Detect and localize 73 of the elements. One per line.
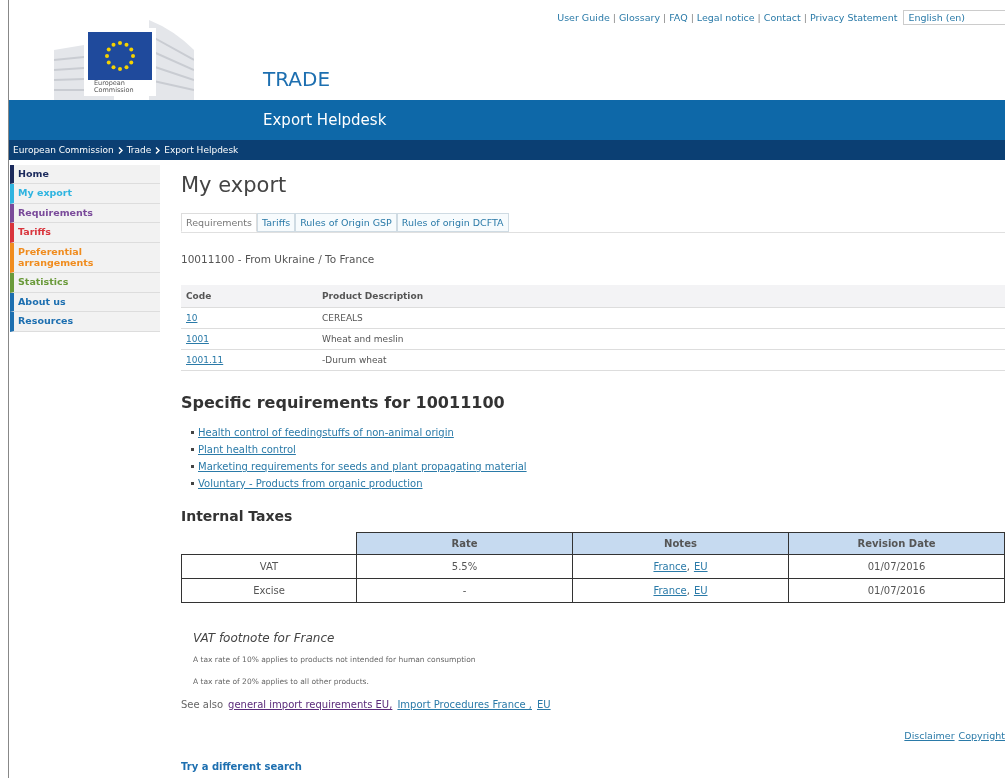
column-header: Rate xyxy=(356,532,573,555)
note-link[interactable]: EU xyxy=(693,585,708,596)
try-search-link[interactable]: Try a different search xyxy=(181,761,1005,772)
sidebar-item[interactable]: Tariffs xyxy=(10,223,160,243)
see-also-link[interactable]: general import requirements EU, xyxy=(228,699,393,710)
top-link[interactable]: FAQ xyxy=(669,12,688,23)
see-also-link[interactable]: EU xyxy=(537,699,551,710)
bullet-icon xyxy=(191,431,194,434)
bullet-icon xyxy=(191,448,194,451)
tab[interactable]: Requirements xyxy=(181,213,258,232)
top-link[interactable]: Contact xyxy=(763,12,801,23)
chevron-icon xyxy=(155,146,161,154)
top-link[interactable]: Glossary xyxy=(618,12,661,23)
table-cell: Wheat and meslin xyxy=(317,328,1005,350)
top-link[interactable]: Legal notice xyxy=(696,12,755,23)
bullet-icon xyxy=(191,482,194,485)
code-link[interactable]: 1001 xyxy=(186,334,209,344)
tab[interactable]: Rules of origin DCFTA xyxy=(396,213,509,232)
code-link[interactable]: 10 xyxy=(186,313,198,323)
separator: | xyxy=(803,12,807,23)
sidebar-item[interactable]: Home xyxy=(10,165,160,185)
breadcrumb-link[interactable]: European Commission xyxy=(13,145,114,155)
chevron-icon xyxy=(117,146,123,154)
table-cell: - xyxy=(356,578,573,603)
breadcrumb-link[interactable]: Export Helpdesk xyxy=(164,145,239,155)
see-also-link[interactable]: Import Procedures France , xyxy=(397,699,532,710)
footnote-title: VAT footnote for France xyxy=(193,631,336,645)
site-title: TRADE xyxy=(263,67,331,91)
bullet-icon xyxy=(191,465,194,468)
tab[interactable]: Rules of Origin GSP xyxy=(295,213,397,232)
requirement-link[interactable]: Marketing requirements for seeds and plant propagating material xyxy=(198,458,527,475)
separator: | xyxy=(757,12,761,23)
note-link[interactable]: France xyxy=(653,585,687,596)
requirement-link[interactable]: Plant health control xyxy=(198,441,296,458)
column-header: Product Description xyxy=(317,285,1005,308)
separator: | xyxy=(690,12,694,23)
sidebar-item[interactable]: About us xyxy=(10,292,160,313)
eu-flag-icon xyxy=(88,32,152,80)
column-header: Revision Date xyxy=(788,532,1005,555)
see-also-label: See also xyxy=(181,699,224,710)
requirement-link[interactable]: Health control of feedingstuffs of non-animal origin xyxy=(198,424,454,441)
footer-link[interactable]: Disclaimer xyxy=(904,730,955,741)
sidebar-item[interactable]: Statistics xyxy=(10,273,160,293)
note-link[interactable]: EU xyxy=(693,561,708,572)
breadcrumb-link[interactable]: Trade xyxy=(126,145,152,155)
top-link[interactable]: User Guide xyxy=(557,12,610,23)
section-heading: Specific requirements for 10011100 xyxy=(181,393,506,412)
top-link[interactable]: Privacy Statement xyxy=(809,12,898,23)
site-subtitle: Export Helpdesk xyxy=(263,111,387,129)
column-header: Code xyxy=(181,285,317,308)
table-cell: 01/07/2016 xyxy=(788,578,1005,603)
page-title: My export xyxy=(181,173,288,197)
column-header: Notes xyxy=(572,532,789,555)
route-text: 10011100 - From Ukraine / To France xyxy=(181,253,376,265)
table-cell: 5.5% xyxy=(356,554,573,579)
comma: , xyxy=(686,585,690,596)
code-link[interactable]: 1001.11 xyxy=(186,355,224,365)
tab[interactable]: Tariffs xyxy=(257,213,296,232)
comma: , xyxy=(686,561,690,572)
sidebar-item[interactable]: Requirements xyxy=(10,203,160,224)
table-cell: VAT xyxy=(181,554,357,579)
table-cell: CEREALS xyxy=(317,307,1005,329)
sidebar-item[interactable]: Resources xyxy=(10,312,160,332)
note-link[interactable]: France xyxy=(653,561,687,572)
table-cell: Excise xyxy=(181,578,357,603)
footer-link[interactable]: Copyright xyxy=(958,730,1005,741)
separator: | xyxy=(663,12,667,23)
table-cell: 01/07/2016 xyxy=(788,554,1005,579)
language-select[interactable]: English (en) xyxy=(903,10,1005,25)
separator: | xyxy=(612,12,616,23)
section-heading: Internal Taxes xyxy=(181,508,294,524)
table-cell: -Durum wheat xyxy=(317,349,1005,371)
requirement-link[interactable]: Voluntary - Products from organic production xyxy=(198,475,423,492)
